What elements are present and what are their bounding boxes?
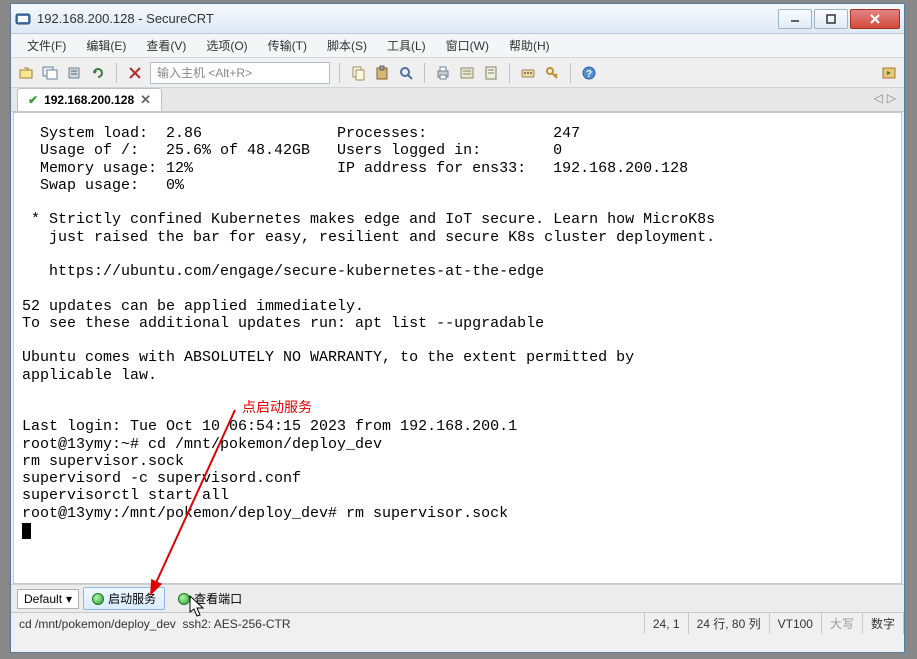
print-icon[interactable] <box>434 64 452 82</box>
status-path-text: cd /mnt/pokemon/deploy_dev <box>19 617 176 631</box>
statusbar: cd /mnt/pokemon/deploy_dev ssh2: AES-256… <box>11 612 904 634</box>
status-position: 24, 1 <box>645 613 689 634</box>
paste-icon[interactable] <box>373 64 391 82</box>
window-title: 192.168.200.128 - SecureCRT <box>37 11 778 26</box>
key-icon[interactable] <box>543 64 561 82</box>
menu-options[interactable]: 选项(O) <box>196 35 257 56</box>
app-icon <box>15 11 31 27</box>
menu-window[interactable]: 窗口(W) <box>436 35 499 56</box>
menu-help[interactable]: 帮助(H) <box>499 35 560 56</box>
connected-icon: ✔ <box>28 93 38 107</box>
status-emulation: VT100 <box>770 613 822 634</box>
profile-dropdown[interactable]: Default ▾ <box>17 589 79 609</box>
close-button[interactable] <box>850 9 900 29</box>
tabbar: ✔ 192.168.200.128 ✕ ◁ ▷ <box>11 88 904 112</box>
start-service-label: 启动服务 <box>108 590 156 607</box>
status-caps: 大写 <box>822 613 863 634</box>
host-input[interactable]: 输入主机 <Alt+R> <box>150 62 330 84</box>
app-window: 192.168.200.128 - SecureCRT 文件(F) 编辑(E) … <box>10 3 905 653</box>
profile-label: Default <box>24 592 62 606</box>
separator <box>570 63 571 83</box>
terminal-cursor <box>22 523 31 539</box>
separator <box>339 63 340 83</box>
minimize-button[interactable] <box>778 9 812 29</box>
menu-tools[interactable]: 工具(L) <box>377 35 436 56</box>
separator <box>116 63 117 83</box>
maximize-button[interactable] <box>814 9 848 29</box>
separator <box>509 63 510 83</box>
quick-connect-icon[interactable] <box>17 64 35 82</box>
find-icon[interactable] <box>397 64 415 82</box>
button-bar: Default ▾ 启动服务 查看端口 <box>11 584 904 612</box>
check-port-button[interactable]: 查看端口 <box>169 587 251 610</box>
terminal-content: System load: 2.86 Processes: 247 Usage o… <box>22 125 715 522</box>
sftp-icon[interactable] <box>880 64 898 82</box>
keymap-icon[interactable] <box>519 64 537 82</box>
help-icon[interactable]: ? <box>580 64 598 82</box>
status-cipher-text: ssh2: AES-256-CTR <box>182 617 290 631</box>
separator <box>424 63 425 83</box>
menu-edit[interactable]: 编辑(E) <box>76 35 136 56</box>
start-service-button[interactable]: 启动服务 <box>83 587 165 610</box>
session-manager-icon[interactable] <box>41 64 59 82</box>
play-icon <box>92 593 104 605</box>
menu-view[interactable]: 查看(V) <box>136 35 196 56</box>
toolbar: 输入主机 <Alt+R> ? <box>11 58 904 88</box>
disconnect-icon[interactable] <box>126 64 144 82</box>
tab-navigation: ◁ ▷ <box>874 91 896 105</box>
status-numlock: 数字 <box>863 613 904 634</box>
menu-script[interactable]: 脚本(S) <box>317 35 377 56</box>
tab-close-icon[interactable]: ✕ <box>140 92 151 108</box>
menubar: 文件(F) 编辑(E) 查看(V) 选项(O) 传输(T) 脚本(S) 工具(L… <box>11 34 904 58</box>
titlebar: 192.168.200.128 - SecureCRT <box>11 4 904 34</box>
tab-left-icon[interactable]: ◁ <box>874 91 883 105</box>
tab-label: 192.168.200.128 <box>44 93 134 107</box>
play-icon <box>178 593 190 605</box>
reconnect-icon[interactable] <box>89 64 107 82</box>
tab-right-icon[interactable]: ▷ <box>887 91 896 105</box>
menu-file[interactable]: 文件(F) <box>17 35 76 56</box>
terminal-pane[interactable]: System load: 2.86 Processes: 247 Usage o… <box>13 112 902 584</box>
svg-text:?: ? <box>586 69 592 80</box>
copy-icon[interactable] <box>349 64 367 82</box>
dropdown-arrow-icon: ▾ <box>66 592 72 606</box>
properties-icon[interactable] <box>458 64 476 82</box>
status-path: cd /mnt/pokemon/deploy_dev ssh2: AES-256… <box>11 613 645 634</box>
window-controls <box>778 9 900 29</box>
check-port-label: 查看端口 <box>194 590 242 607</box>
status-size: 24 行, 80 列 <box>689 613 770 634</box>
host-placeholder: 输入主机 <Alt+R> <box>157 64 252 81</box>
menu-transfer[interactable]: 传输(T) <box>258 35 317 56</box>
session-tab[interactable]: ✔ 192.168.200.128 ✕ <box>17 88 162 111</box>
log-icon[interactable] <box>482 64 500 82</box>
server-icon[interactable] <box>65 64 83 82</box>
